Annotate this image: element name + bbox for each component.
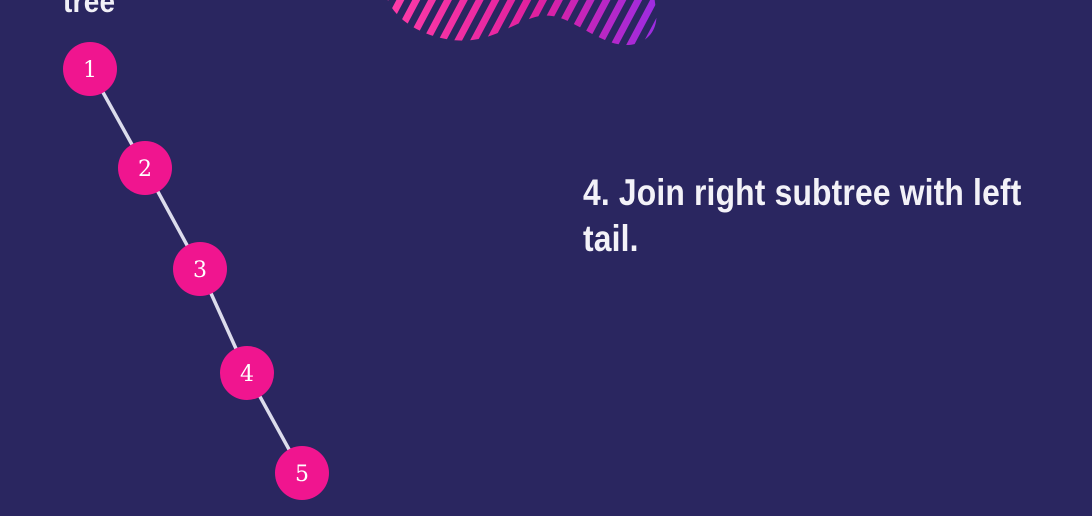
tree-node-2: 2 xyxy=(118,141,172,195)
tree-node-1: 1 xyxy=(63,42,117,96)
tree-node-label: 5 xyxy=(295,462,309,487)
tree-node-5: 5 xyxy=(275,446,329,500)
step-instruction: 4. Join right subtree with left tail. xyxy=(583,172,1022,259)
tree-node-label: 3 xyxy=(193,258,207,283)
section-title: tree xyxy=(63,0,116,19)
tree-node-4: 4 xyxy=(220,346,274,400)
slide-canvas: 1 2 3 4 5 tree 4. Join right subtree with le… xyxy=(0,0,1092,516)
decorative-striped-blob xyxy=(387,0,657,46)
tree-nodes: 1 2 3 4 5 xyxy=(63,42,329,500)
tree-node-label: 2 xyxy=(138,157,152,182)
tree-node-label: 4 xyxy=(240,362,254,387)
tree-node-label: 1 xyxy=(83,58,97,83)
tree-node-3: 3 xyxy=(173,242,227,296)
